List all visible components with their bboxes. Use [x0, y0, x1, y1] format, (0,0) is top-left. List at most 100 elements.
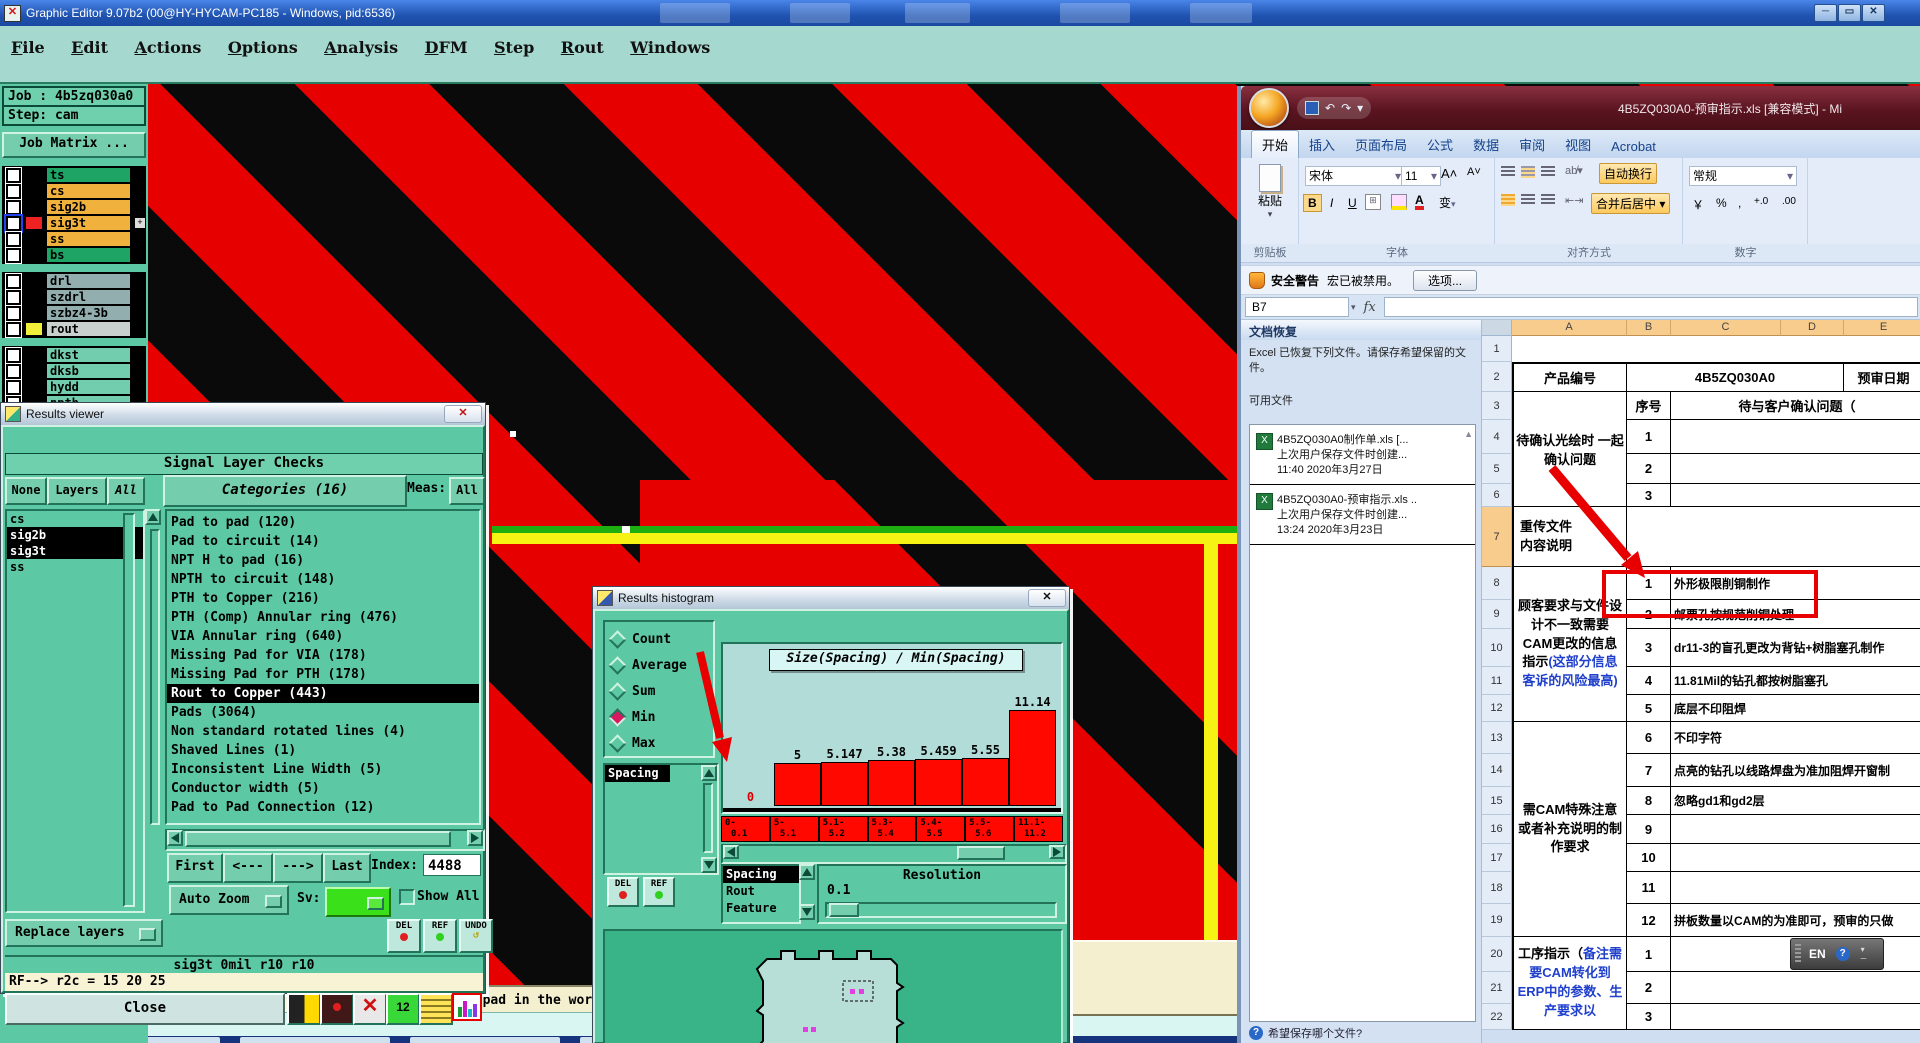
category-item[interactable]: Pad to circuit (14)	[167, 532, 479, 551]
last-button[interactable]: Last	[323, 853, 371, 883]
measure-scrollbar[interactable]	[799, 864, 815, 920]
tab-home[interactable]: 开始	[1251, 130, 1300, 158]
cell-c6-e6[interactable]	[1671, 484, 1920, 507]
layer-name[interactable]: rout	[47, 322, 130, 336]
indent-icons[interactable]: ⇤⇥	[1565, 194, 1583, 207]
scroll-right-icon[interactable]	[467, 830, 483, 846]
cell-b17[interactable]: 10	[1627, 844, 1671, 872]
menu-analysis[interactable]: Analysis	[324, 38, 398, 57]
category-item[interactable]: Shaved Lines (1)	[167, 741, 479, 760]
row-header[interactable]: 16	[1482, 815, 1512, 844]
scroll-up-icon[interactable]	[799, 864, 815, 880]
layer-name[interactable]: dkst	[47, 348, 130, 362]
layer-name[interactable]: dksb	[47, 364, 130, 378]
column-header-b[interactable]: B	[1627, 320, 1671, 336]
categories-hscrollbar[interactable]	[165, 829, 485, 851]
align-bottom-icon[interactable]	[1541, 166, 1555, 178]
cell-c13[interactable]: 不印字符	[1671, 722, 1920, 754]
undo-icon[interactable]: ↶	[1325, 101, 1335, 115]
layer-row-ts[interactable]: ts	[2, 167, 146, 183]
radio-min-selected[interactable]: Min	[605, 704, 713, 730]
layer-swatch[interactable]	[26, 249, 42, 261]
measure-item-selected[interactable]: Spacing	[723, 866, 799, 883]
index-input[interactable]: 4488	[423, 854, 481, 876]
meas-dropdown[interactable]: All	[449, 477, 485, 505]
menu-windows[interactable]: Windows	[630, 38, 710, 57]
cell-a2[interactable]: 产品编号	[1512, 362, 1627, 392]
radio-count[interactable]: Count	[605, 626, 713, 652]
menu-actions[interactable]: Actions	[134, 38, 201, 57]
cell-c9[interactable]: 邮票孔按规范削铜处理	[1671, 600, 1920, 629]
italic-button[interactable]: I	[1325, 194, 1338, 212]
row-header[interactable]: 15	[1482, 787, 1512, 815]
cell-c10[interactable]: dr11-3的盲孔更改为背钻+树脂塞孔制作	[1671, 629, 1920, 667]
office-button[interactable]	[1249, 88, 1289, 128]
layer-name[interactable]: sig3t	[47, 216, 130, 230]
layer-checkbox[interactable]	[6, 363, 21, 379]
category-item[interactable]: PTH to Copper (216)	[167, 589, 479, 608]
scroll-channel[interactable]	[703, 783, 713, 853]
layer-checkbox[interactable]	[6, 289, 21, 305]
layer-row-dkst[interactable]: dkst	[2, 347, 146, 363]
cell-c17[interactable]	[1671, 844, 1920, 872]
scroll-thumb[interactable]	[957, 846, 1005, 860]
minimize-button[interactable]: ─	[1814, 4, 1837, 22]
scroll-up-icon[interactable]	[145, 509, 161, 525]
resolution-slider[interactable]	[825, 902, 1057, 918]
undo-button[interactable]: UNDO ↺	[459, 919, 493, 953]
cell-c15[interactable]: 忽略gd1和gd2层	[1671, 787, 1920, 815]
layer-swatch[interactable]	[26, 201, 42, 213]
layer-swatch[interactable]	[26, 291, 42, 303]
board-preview[interactable]	[603, 929, 1063, 1043]
layer-checkbox[interactable]	[6, 347, 21, 363]
layer-name[interactable]: szbz4-3b	[47, 306, 130, 320]
layer-row-bs[interactable]: bs	[2, 247, 146, 263]
category-item[interactable]: PTH (Comp) Annular ring (476)	[167, 608, 479, 627]
layer-name[interactable]: ss	[47, 232, 130, 246]
layer-swatch[interactable]	[26, 307, 42, 319]
cell-b20[interactable]: 1	[1627, 937, 1671, 972]
layer-checkbox[interactable]	[6, 379, 21, 395]
exit-tool-button[interactable]	[287, 993, 321, 1025]
cell-b4[interactable]: 1	[1627, 420, 1671, 454]
help-icon[interactable]: ?	[1249, 1026, 1263, 1040]
cell-b12[interactable]: 5	[1627, 695, 1671, 722]
scroll-down-icon[interactable]	[799, 904, 815, 920]
row-header[interactable]: 22	[1482, 1004, 1512, 1030]
cell-c12[interactable]: 底层不印阻焊	[1671, 695, 1920, 722]
cell-b14[interactable]: 7	[1627, 754, 1671, 787]
layer-name[interactable]: sig2b	[47, 200, 130, 214]
align-middle-icon[interactable]	[1521, 166, 1535, 178]
category-item[interactable]: Pad to pad (120)	[167, 513, 479, 532]
cell-c22[interactable]	[1671, 1004, 1920, 1030]
tab-formulas[interactable]: 公式	[1417, 131, 1463, 158]
measure-item[interactable]: Rout	[723, 883, 799, 900]
del-button[interactable]: DEL	[387, 919, 421, 953]
layer-name[interactable]: bs	[47, 248, 130, 262]
cell-b13[interactable]: 6	[1627, 722, 1671, 754]
phonetic-icon[interactable]: 变▾	[1439, 194, 1456, 211]
histogram-tool-button[interactable]	[452, 993, 482, 1021]
layer-row-sig3t[interactable]: sig3t +	[2, 215, 146, 231]
sv-color-dropdown[interactable]	[325, 887, 391, 917]
grow-font-icon[interactable]: A˄	[1441, 166, 1457, 181]
histogram-titlebar[interactable]: Results histogram ✕	[593, 587, 1069, 610]
layer-row-hydd[interactable]: hydd	[2, 379, 146, 395]
auto-zoom-dropdown[interactable]: Auto Zoom	[169, 885, 289, 915]
font-name-select[interactable]: 宋体 ▾	[1305, 166, 1405, 186]
cell-a7[interactable]: 重传文件 内容说明	[1512, 507, 1627, 567]
select-all-corner[interactable]	[1482, 320, 1512, 336]
cell-e2[interactable]: 预审日期	[1844, 362, 1920, 392]
tab-data[interactable]: 数据	[1463, 131, 1509, 158]
tab-acrobat[interactable]: Acrobat	[1601, 135, 1666, 158]
category-item[interactable]: Non standard rotated lines (4)	[167, 722, 479, 741]
qat-dropdown-icon[interactable]: ▾	[1357, 101, 1363, 115]
scroll-up-icon[interactable]	[701, 765, 717, 781]
layer-checkbox[interactable]	[6, 247, 21, 263]
column-header-e[interactable]: E	[1844, 320, 1920, 336]
bold-button[interactable]: B	[1303, 194, 1322, 212]
marker-tool-button[interactable]	[320, 993, 354, 1025]
category-item[interactable]: Conductor width (5)	[167, 779, 479, 798]
layer-checkbox[interactable]	[6, 273, 21, 289]
cell-b11[interactable]: 4	[1627, 667, 1671, 695]
